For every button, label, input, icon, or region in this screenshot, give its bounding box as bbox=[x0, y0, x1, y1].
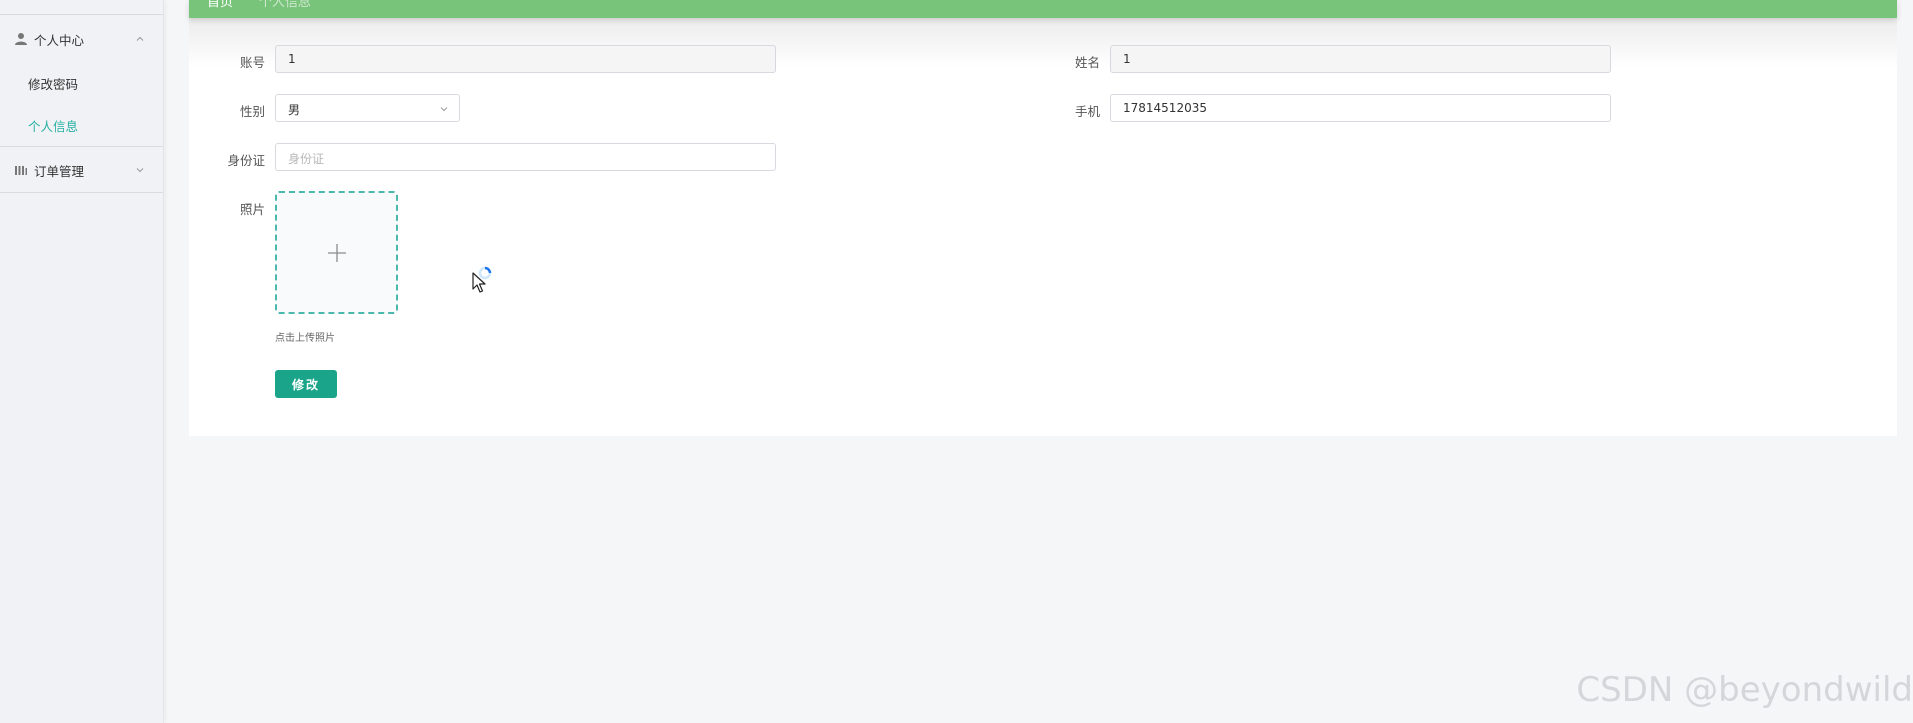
user-icon bbox=[15, 33, 27, 45]
sidebar-divider bbox=[0, 192, 163, 193]
submit-button[interactable]: 修改 bbox=[275, 370, 337, 398]
photo-label: 照片 bbox=[239, 202, 265, 217]
breadcrumb-current: 个人信息 bbox=[259, 0, 312, 10]
id-card-field[interactable]: 身份证 bbox=[275, 143, 776, 171]
account-field[interactable]: 1 bbox=[275, 45, 776, 73]
photo-upload[interactable] bbox=[275, 191, 398, 314]
sidebar-divider bbox=[0, 146, 163, 147]
name-label: 姓名 bbox=[1074, 55, 1100, 70]
account-label: 账号 bbox=[239, 55, 265, 70]
gender-select[interactable]: 男 bbox=[275, 94, 460, 122]
menu-group-order-management[interactable]: 订单管理 bbox=[0, 149, 163, 191]
chevron-down-icon bbox=[136, 168, 144, 173]
chevron-down-icon bbox=[440, 107, 448, 112]
phone-label: 手机 bbox=[1074, 104, 1100, 119]
breadcrumb-bar: 首页 个人信息 bbox=[189, 0, 1897, 18]
sidebar: 个人中心 修改密码 个人信息 订单管理 bbox=[0, 0, 164, 723]
phone-field[interactable]: 17814512035 bbox=[1110, 94, 1611, 122]
gender-select-value: 男 bbox=[288, 103, 301, 117]
name-field[interactable]: 1 bbox=[1110, 45, 1611, 73]
chevron-up-icon bbox=[136, 36, 144, 41]
menu-group-personal-center[interactable]: 个人中心 bbox=[0, 18, 163, 60]
breadcrumb-home[interactable]: 首页 bbox=[207, 0, 233, 10]
menu-group-label: 个人中心 bbox=[34, 32, 85, 48]
plus-icon bbox=[327, 243, 346, 262]
loading-spinner-icon bbox=[478, 266, 492, 280]
sidebar-divider bbox=[0, 14, 163, 15]
bar-chart-icon bbox=[15, 166, 27, 175]
sidebar-item-change-password[interactable]: 修改密码 bbox=[28, 74, 78, 93]
gender-label: 性别 bbox=[239, 104, 265, 119]
menu-group-label: 订单管理 bbox=[34, 163, 85, 179]
upload-hint: 点击上传照片 bbox=[275, 333, 335, 344]
watermark: CSDN @beyondwild bbox=[1576, 670, 1913, 710]
id-card-label: 身份证 bbox=[227, 153, 265, 168]
sidebar-item-personal-info[interactable]: 个人信息 bbox=[28, 116, 78, 135]
